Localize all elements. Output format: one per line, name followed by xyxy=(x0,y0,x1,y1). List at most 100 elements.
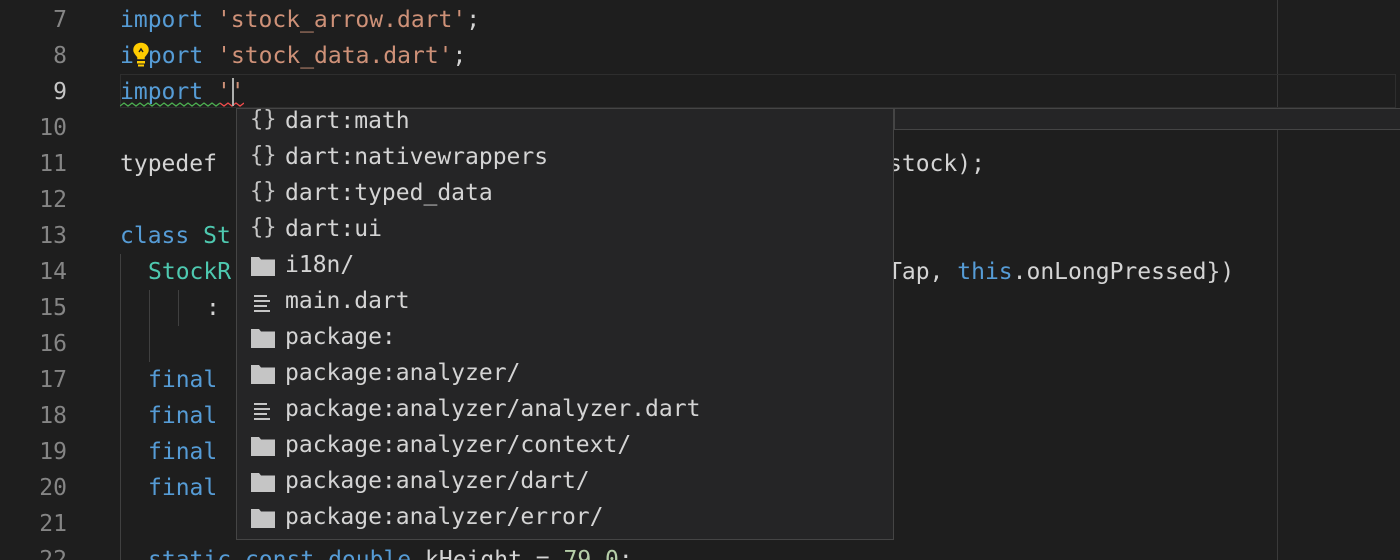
keyword-token: double xyxy=(328,547,412,560)
code-line-22: static const double kHeight = 79.0; xyxy=(148,542,633,560)
braces-icon: {} xyxy=(250,175,278,211)
type-token: StockR xyxy=(148,259,232,285)
line-number: 19 xyxy=(39,439,67,465)
keyword-token: typedef xyxy=(120,151,217,177)
operator-token: = xyxy=(521,547,564,560)
code-line-20: final xyxy=(148,475,218,501)
suggestion-label: package:analyzer/ xyxy=(285,360,521,386)
punctuation-token: ; xyxy=(452,43,467,69)
brace-glyph: {} xyxy=(250,108,277,132)
suggestion-item[interactable]: package:analyzer/context/ xyxy=(237,427,893,463)
suggestion-item[interactable]: {} dart:ui xyxy=(237,211,893,247)
code-line-11: typedef xyxy=(120,146,217,182)
file-icon xyxy=(250,283,278,319)
suggestion-item[interactable]: package:analyzer/error/ xyxy=(237,499,893,535)
suggest-details-strip xyxy=(894,108,1400,130)
code-line-19: final xyxy=(148,439,218,465)
line-number-current: 9 xyxy=(53,79,67,105)
code-line-13: class St xyxy=(120,218,231,254)
keyword-token: this xyxy=(957,259,1013,285)
code-line-18: final xyxy=(148,403,218,429)
line-number: 21 xyxy=(39,511,67,537)
line-number: 22 xyxy=(39,547,67,560)
suggestion-item[interactable]: package:analyzer/dart/ xyxy=(237,463,893,499)
suggestion-label: package:analyzer/dart/ xyxy=(285,468,590,494)
line-number: 20 xyxy=(39,475,67,501)
suggestion-label: dart:nativewrappers xyxy=(285,144,549,170)
line-number: 8 xyxy=(53,43,67,69)
suggestion-label: main.dart xyxy=(285,288,410,314)
suggestion-label: dart:typed_data xyxy=(285,180,493,206)
brace-glyph: {} xyxy=(250,179,277,204)
type-token: St xyxy=(203,223,231,249)
suggestion-item[interactable]: package:analyzer/ xyxy=(237,355,893,391)
folder-icon xyxy=(250,427,278,463)
folder-icon xyxy=(250,355,278,391)
punctuation-token: ; xyxy=(618,547,633,560)
keyword-token: class xyxy=(120,223,190,249)
line-number: 17 xyxy=(39,367,67,393)
code-line-7: import 'stock_arrow.dart'; xyxy=(120,2,480,38)
line-number: 11 xyxy=(39,151,67,177)
line-number: 13 xyxy=(39,223,67,249)
line-number: 12 xyxy=(39,187,67,213)
suggestion-label: i18n/ xyxy=(285,252,355,278)
keyword-token: const xyxy=(244,547,315,560)
suggestion-item[interactable]: {} dart:typed_data xyxy=(237,175,893,211)
suggestion-item[interactable]: package: xyxy=(237,319,893,355)
code-line-14-tail: Tap, this.onLongPressed}) xyxy=(888,254,1234,290)
suggestion-item[interactable]: {} dart:nativewrappers xyxy=(237,139,893,175)
suggestion-label: dart:ui xyxy=(285,216,382,242)
suggestion-item[interactable]: package:analyzer/analyzer.dart xyxy=(237,391,893,427)
file-icon xyxy=(250,391,278,427)
keyword-token: import xyxy=(120,7,204,33)
lightbulb-icon[interactable] xyxy=(131,40,151,68)
braces-icon: {} xyxy=(250,108,278,139)
keyword-token: static xyxy=(148,547,232,560)
code-line-14: StockR xyxy=(148,254,231,290)
folder-icon xyxy=(250,499,278,535)
braces-icon: {} xyxy=(250,211,278,247)
braces-icon: {} xyxy=(250,139,278,175)
suggestion-list[interactable]: {} dart:math {} dart:nativewrappers {} dart:t… xyxy=(237,108,893,535)
code-editor[interactable]: 7 8 9 10 11 12 13 14 15 16 17 18 19 20 2… xyxy=(0,0,1400,560)
code-line-17: final xyxy=(148,367,218,393)
line-number: 16 xyxy=(39,331,67,357)
suggestion-label: package:analyzer/error/ xyxy=(285,504,604,530)
folder-icon xyxy=(250,247,278,283)
code-line-15: : xyxy=(206,295,220,321)
line-number: 7 xyxy=(53,7,67,33)
suggestion-label: dart:math xyxy=(285,108,410,134)
code-token: .onLongPressed}) xyxy=(1012,259,1235,285)
suggestion-label: package: xyxy=(285,324,396,350)
string-token: 'stock_data.dart' xyxy=(217,43,453,69)
keyword-token: port xyxy=(147,43,204,69)
number-token: 79.0 xyxy=(563,547,619,560)
suggestion-item[interactable]: i18n/ xyxy=(237,247,893,283)
suggestion-item[interactable]: main.dart xyxy=(237,283,893,319)
line-number: 10 xyxy=(39,115,67,141)
suggestion-label: package:analyzer/analyzer.dart xyxy=(285,396,701,422)
line-number: 15 xyxy=(39,295,67,321)
error-squiggle xyxy=(120,102,244,107)
brace-glyph: {} xyxy=(250,143,277,168)
identifier-token: kHeight xyxy=(425,547,522,560)
suggestion-label: package:analyzer/context/ xyxy=(285,432,632,458)
code-token: Tap, xyxy=(888,259,958,285)
line-number: 18 xyxy=(39,403,67,429)
folder-icon xyxy=(250,319,278,355)
line-number: 14 xyxy=(39,259,67,285)
line-number-gutter[interactable]: 7 8 9 10 11 12 13 14 15 16 17 18 19 20 2… xyxy=(0,0,80,560)
text-cursor xyxy=(232,78,234,106)
code-line-11-tail: stock); xyxy=(888,151,985,177)
string-token: 'stock_arrow.dart' xyxy=(216,7,467,33)
code-line-8: i port 'stock_data.dart'; xyxy=(120,38,466,74)
folder-icon xyxy=(250,463,278,499)
punctuation-token: ; xyxy=(466,7,481,33)
suggestion-item[interactable]: {} dart:math xyxy=(237,108,893,139)
brace-glyph: {} xyxy=(250,215,277,240)
autocomplete-suggestions[interactable]: {} dart:math {} dart:nativewrappers {} dart:t… xyxy=(236,108,894,540)
